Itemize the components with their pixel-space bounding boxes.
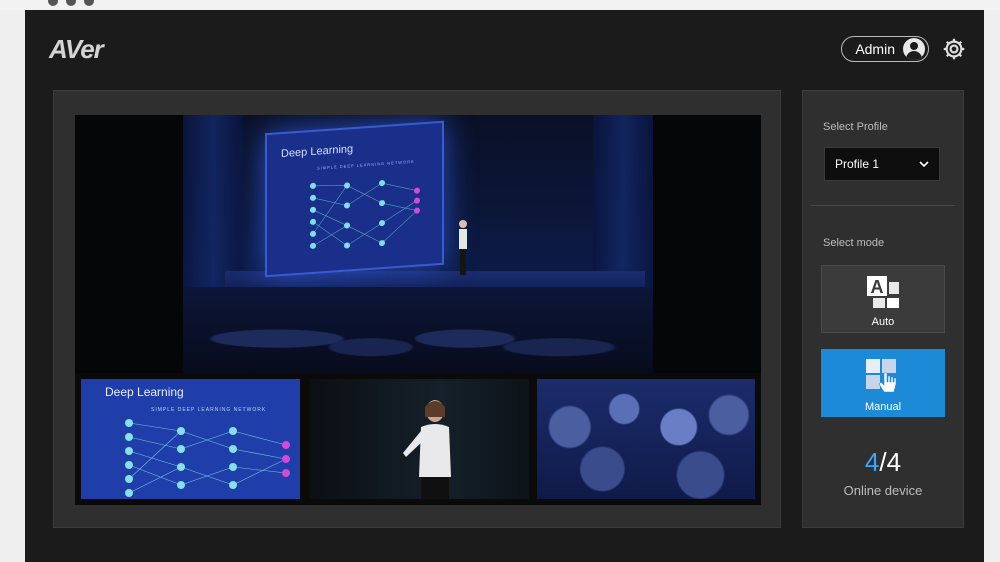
sidebar-divider [811, 205, 955, 206]
select-profile-label: Select Profile [823, 121, 888, 133]
user-avatar-icon [903, 38, 925, 60]
presentation-screen: Deep Learning SIMPLE DEEP LEARNING NETWO… [265, 120, 444, 278]
select-mode-label: Select mode [823, 237, 885, 249]
neural-network-graphic [310, 180, 420, 249]
manual-mode-icon [866, 359, 897, 393]
manual-mode-label: Manual [864, 401, 902, 413]
online-count: 4 [864, 447, 880, 477]
total-count: 4 [886, 447, 902, 477]
gear-icon[interactable] [941, 36, 967, 62]
window-dot [66, 0, 76, 6]
online-device-count: 4/4 [803, 447, 963, 478]
video-preview-panel: Deep Learning SIMPLE DEEP LEARNING NETWO… [53, 90, 781, 528]
app-window: AVer Admin Deep Learning SIMPLE DEEP LEA… [25, 10, 984, 562]
thumbnail-presenter[interactable] [309, 379, 529, 499]
audience-crowd [537, 379, 755, 499]
main-camera-view: Deep Learning SIMPLE DEEP LEARNING NETWO… [75, 115, 761, 373]
chevron-down-icon [919, 161, 929, 168]
auto-mode-icon: A [867, 276, 899, 308]
presenter-figure [403, 400, 451, 499]
neural-network-graphic [125, 419, 290, 497]
online-device-label: Online device [843, 483, 923, 498]
auto-mode-button[interactable]: A Auto [821, 265, 945, 333]
thumbnail-slide[interactable]: Deep Learning SIMPLE DEEP LEARNING NETWO… [81, 379, 300, 499]
thumbnail-audience[interactable] [537, 379, 755, 499]
thumb-slide-title: Deep Learning [105, 385, 184, 399]
manual-mode-button[interactable]: Manual [821, 349, 945, 417]
aver-logo: AVer [49, 34, 104, 64]
control-sidebar: Select Profile Profile 1 Select mode A A… [802, 90, 964, 528]
count-separator: / [879, 447, 887, 477]
profile-select[interactable]: Profile 1 [824, 147, 940, 181]
thumb-slide-subtitle: SIMPLE DEEP LEARNING NETWORK [151, 407, 267, 413]
main-slide-subtitle: SIMPLE DEEP LEARNING NETWORK [317, 158, 415, 171]
main-slide-title: Deep Learning [281, 143, 354, 161]
auto-mode-label: Auto [871, 316, 895, 328]
page-margin-left [0, 10, 25, 562]
svg-text:A: A [871, 277, 884, 297]
page-margin-right [984, 10, 1000, 562]
window-dot [84, 0, 94, 6]
window-top-strip [0, 0, 1000, 10]
admin-user-button[interactable]: Admin [841, 36, 929, 62]
audience-silhouettes [183, 287, 653, 373]
admin-label: Admin [855, 41, 895, 57]
video-preview[interactable]: Deep Learning SIMPLE DEEP LEARNING NETWO… [75, 115, 761, 505]
profile-select-value: Profile 1 [835, 157, 880, 171]
window-dot [48, 0, 58, 6]
speaker-figure [459, 220, 467, 275]
